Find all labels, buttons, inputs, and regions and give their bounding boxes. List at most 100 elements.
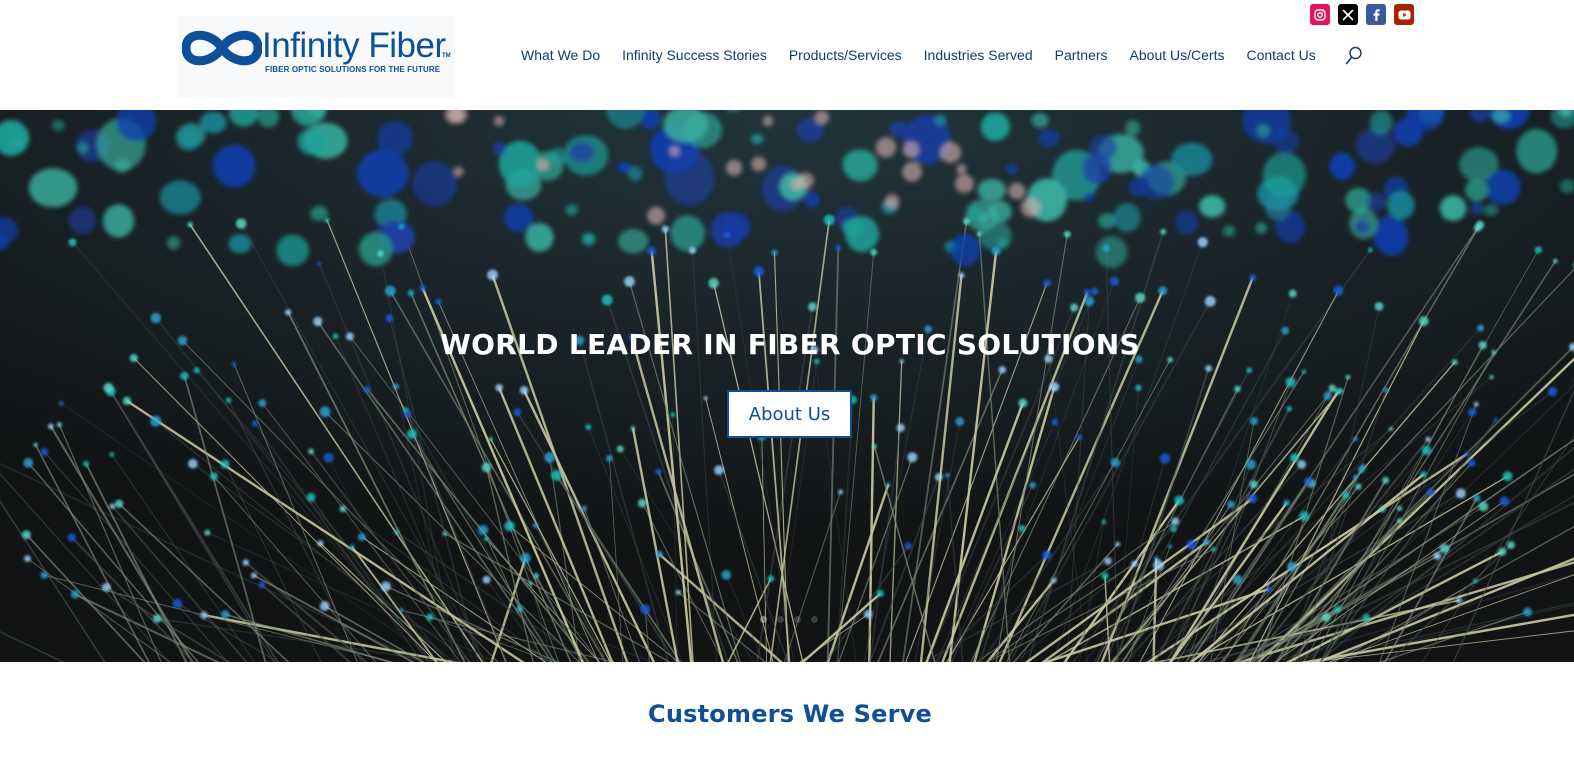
fiber-tip-light (122, 396, 132, 406)
fiber-tip-light (1433, 552, 1442, 560)
fiber-tip-light (616, 445, 624, 453)
fiber-tip-light (1425, 436, 1431, 442)
fiber-tip-light (483, 536, 489, 542)
instagram-icon[interactable] (1310, 4, 1330, 25)
bokeh-light (1171, 142, 1213, 177)
fiber-tip-light (544, 452, 556, 463)
search-icon[interactable] (1345, 46, 1363, 66)
fiber-tip-light (40, 448, 49, 456)
fiber-tip-light (907, 452, 918, 463)
fiber-tip-light (533, 572, 539, 579)
bokeh-light (875, 137, 897, 158)
fiber-tip-light (1473, 401, 1479, 407)
fiber-tip-light (708, 277, 719, 289)
fiber-tip-light (1170, 525, 1177, 533)
slider-dot[interactable] (811, 616, 818, 623)
slider-dot[interactable] (794, 616, 801, 623)
fiber-tip-light (1499, 496, 1510, 506)
bokeh-light (525, 223, 554, 252)
bokeh-light (166, 236, 181, 250)
fiber-tip-light (1473, 224, 1482, 232)
fiber-tip-light (1245, 459, 1256, 470)
nav-item-success-stories[interactable]: Infinity Success Stories (622, 47, 767, 63)
hero-slider: WORLD LEADER IN FIBER OPTIC SOLUTIONS Ab… (0, 110, 1574, 662)
nav-item-contact-us[interactable]: Contact Us (1246, 47, 1315, 63)
fiber-tip-light (721, 570, 732, 580)
bokeh-light (1354, 219, 1370, 235)
fiber-tip-light (1301, 369, 1307, 374)
fiber-tip-light (406, 429, 417, 440)
fiber-tip-light (101, 582, 111, 592)
fiber-tip-light (655, 468, 662, 475)
bokeh-light (1355, 127, 1395, 164)
site-logo[interactable]: Infinity Fiber TM FIBER OPTIC SOLUTIONS … (178, 16, 454, 98)
fiber-tip-light (308, 448, 314, 455)
fiber-tip-light (1357, 466, 1365, 474)
fiber-tip-light (209, 472, 218, 481)
nav-item-what-we-do[interactable]: What We Do (521, 47, 600, 63)
fiber-tip-light (1083, 289, 1091, 297)
bokeh-light (51, 119, 65, 131)
fiber-tip-light (703, 396, 708, 401)
fiber-tip-light (495, 383, 503, 392)
slider-dot[interactable] (760, 616, 767, 623)
customers-section-title: Customers We Serve (648, 700, 932, 728)
about-us-button[interactable]: About Us (727, 390, 852, 438)
fiber-tip-light (1203, 538, 1211, 546)
fiber-tip-light (284, 309, 292, 316)
fiber-tip-light (481, 462, 492, 473)
bokeh-light (1095, 236, 1128, 269)
fiber-tip-light (585, 423, 592, 430)
hero-title: WORLD LEADER IN FIBER OPTIC SOLUTIONS (439, 328, 1141, 361)
fiber-tip-light (1205, 365, 1212, 372)
bokeh-light (843, 149, 878, 182)
fiber-tip-light (1299, 511, 1310, 522)
fiber-tip-light (1135, 292, 1146, 303)
fiber-tip-light (58, 400, 64, 406)
fiber-tip-light (1211, 546, 1217, 552)
nav-item-about-us-certs[interactable]: About Us/Certs (1130, 47, 1225, 63)
fiber-tip-light (1353, 436, 1358, 442)
fiber-tip-light (896, 423, 905, 432)
fiber-tip-light (513, 408, 522, 417)
fiber-tip-light (225, 397, 232, 403)
bokeh-light (980, 112, 1010, 141)
fiber-tip-light (688, 246, 697, 254)
fiber-tip-light (1090, 287, 1099, 295)
slider-dot[interactable] (777, 616, 784, 623)
nav-item-partners[interactable]: Partners (1055, 47, 1108, 63)
bokeh-light (503, 203, 534, 232)
facebook-icon[interactable] (1366, 4, 1386, 25)
fiber-tip-light (871, 443, 877, 449)
bokeh-light (845, 216, 879, 253)
bokeh-light (28, 168, 78, 208)
fiber-tip-light (1464, 451, 1470, 457)
bokeh-light (159, 180, 201, 215)
fiber-tip-light (1334, 605, 1342, 613)
fiber-tip-light (392, 383, 400, 390)
fiber-tip-light (955, 417, 965, 426)
fiber-tip-light (753, 266, 765, 277)
nav-item-products-services[interactable]: Products/Services (789, 47, 902, 63)
fiber-tip-light (637, 498, 647, 508)
fiber-tip-light (384, 285, 396, 297)
fiber-tip-light (56, 421, 62, 428)
fiber-tip-light (1439, 543, 1450, 554)
bokeh-light (377, 120, 413, 157)
x-twitter-icon[interactable] (1338, 4, 1358, 25)
fiber-tip-light (114, 499, 124, 509)
bokeh-light (664, 150, 715, 206)
bokeh-light (1262, 152, 1306, 198)
youtube-icon[interactable] (1394, 4, 1414, 25)
nav-item-industries-served[interactable]: Industries Served (924, 47, 1033, 63)
fiber-tip-light (904, 542, 912, 550)
bokeh-light (750, 134, 764, 145)
bokeh-light (1175, 210, 1199, 235)
fiber-tip-light (1131, 560, 1138, 568)
fiber-tip-light (1345, 374, 1351, 380)
fiber-tip-light (807, 302, 817, 312)
bokeh-light (950, 233, 981, 266)
fiber-tip-light (1104, 557, 1112, 565)
bokeh-light (199, 111, 227, 134)
fiber-tip-light (519, 385, 529, 395)
